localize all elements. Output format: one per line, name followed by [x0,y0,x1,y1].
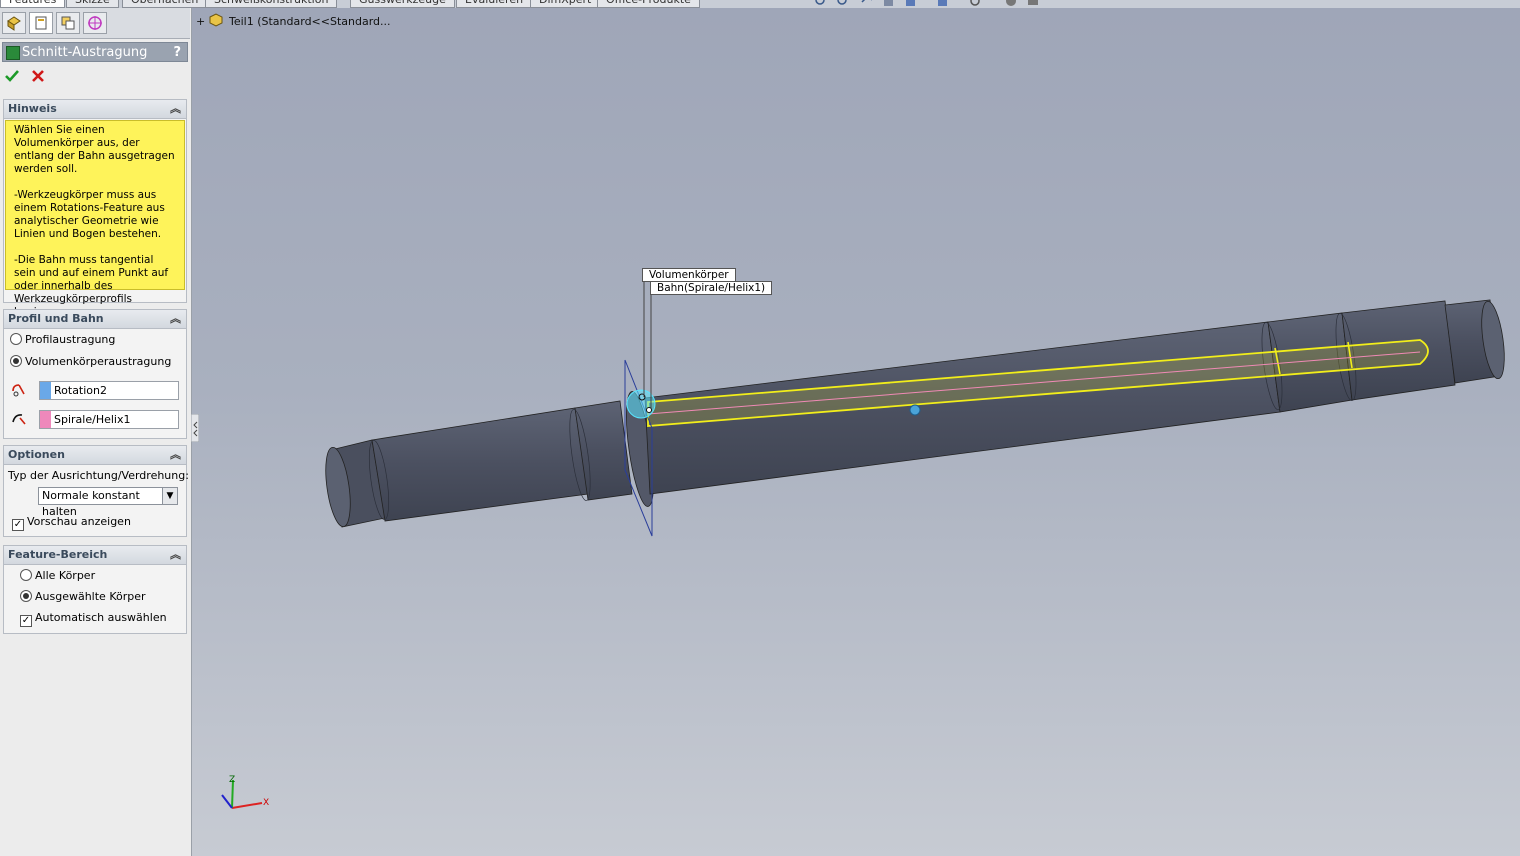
tab-mold-tools[interactable]: Gusswerkzeuge [350,0,455,8]
tool-body-selection-icon [12,384,25,397]
cut-sweep-icon [6,46,20,60]
profile-path-header[interactable]: Profil und Bahn ︽ [4,310,186,329]
solid-sweep-radio[interactable] [10,355,22,367]
preview-label: Vorschau anzeigen [27,515,131,528]
tab-office-products[interactable]: Office-Produkte [597,0,700,8]
feature-scope-header[interactable]: Feature-Bereich ︽ [4,546,186,565]
profile-sweep-label: Profilaustragung [25,333,116,346]
feature-scope-header-text: Feature-Bereich [8,548,108,561]
hint-header[interactable]: Hinweis ︽ [4,100,186,119]
callout-path: Bahn(Spirale/Helix1) [650,281,773,295]
tree-part-label[interactable]: Teil1 (Standard<<Standard... [229,15,391,28]
view-orientation-icon[interactable] [904,0,918,8]
all-bodies-radio[interactable] [20,569,32,581]
auto-select-label: Automatisch auswählen [35,611,167,624]
cancel-button[interactable] [30,68,46,84]
all-bodies-option[interactable]: Alle Körper [20,569,95,583]
apply-scene-icon[interactable] [1026,0,1040,8]
selected-bodies-option[interactable]: Ausgewählte Körper [20,590,146,604]
tab-dimxpert[interactable]: DimXpert [530,0,601,8]
dimxpert-manager-tab[interactable] [83,12,107,34]
hint-header-text: Hinweis [8,102,57,115]
tree-expand-toggle[interactable]: + [196,15,205,28]
display-style-icon[interactable] [936,0,950,8]
edit-appearance-icon[interactable] [1004,0,1018,8]
callout-tool-body: Volumenkörper [642,268,736,282]
hint-paragraph: -Werkzeugkörper muss aus einem Rotations… [14,189,165,240]
section-view-icon[interactable] [882,0,896,8]
solid-sweep-option[interactable]: Volumenkörperaustragung [10,355,171,369]
model-view[interactable] [192,8,1520,856]
propertymanager-tab[interactable] [29,12,53,34]
options-group: Optionen ︽ Typ der Ausrichtung/Verdrehung… [3,445,189,537]
zoom-fit-icon[interactable] [814,0,828,8]
panel-collapse-handle[interactable] [191,414,199,442]
orientation-value: Normale konstant halten [42,489,140,518]
tool-body-value: Rotation2 [54,384,108,397]
hint-message: Wählen Sie einen Volumenkörper aus, der … [5,120,185,318]
auto-select-checkbox[interactable]: ✓ [20,615,32,627]
path-selection-box[interactable]: Spirale/Helix1 [39,410,179,429]
property-manager-title: Schnitt-Austragung ? [2,42,188,62]
orientation-dropdown[interactable]: Normale konstant halten ▼ [38,487,178,518]
tab-sketch[interactable]: Skizze [66,0,119,8]
tool-body-selection-box[interactable]: Rotation2 [39,381,179,400]
options-header[interactable]: Optionen ︽ [4,446,186,465]
previous-view-icon[interactable] [860,0,874,8]
collapse-icon[interactable]: ︽ [170,546,181,564]
configurationmanager-tab[interactable] [56,12,80,34]
preview-checkbox[interactable]: ✓ [12,519,24,531]
triad-z-label: Z [229,775,236,785]
command-manager-tabs: Features Skizze Oberflächen Schweißkonst… [0,0,700,8]
collapse-icon[interactable]: ︽ [170,310,181,328]
solid-sweep-label: Volumenkörperaustragung [25,355,172,368]
selected-bodies-radio[interactable] [20,590,32,602]
chevron-down-icon[interactable]: ▼ [162,488,177,504]
triad-x-label: X [263,798,270,808]
auto-select-option[interactable]: ✓ Automatisch auswählen [20,611,167,627]
options-header-text: Optionen [8,448,65,461]
part-icon [209,13,223,27]
zoom-area-icon[interactable] [836,0,850,8]
path-value: Spirale/Helix1 [54,413,131,426]
orientation-label: Typ der Ausrichtung/Verdrehung: [8,469,189,482]
tab-surfaces[interactable]: Oberflächen [122,0,208,8]
tab-weldments[interactable]: Schweißkonstruktion [205,0,338,8]
profile-sweep-option[interactable]: Profilaustragung [10,333,115,347]
coordinate-triad [221,779,263,809]
profile-path-header-text: Profil und Bahn [8,312,104,325]
propertymanager-icon [35,16,47,30]
tab-evaluate[interactable]: Evaluieren [456,0,533,8]
panel-tabs [0,8,190,39]
tab-features[interactable]: Features [0,0,66,8]
profile-sweep-radio[interactable] [10,333,22,345]
dimxpert-manager-icon [88,16,102,30]
tool-body-color-swatch [40,382,51,399]
path-point [646,407,652,413]
preview-option[interactable]: ✓ Vorschau anzeigen [12,515,131,531]
feature-scope-group: Feature-Bereich ︽ Alle Körper Ausgewählte… [3,545,187,634]
path-selection-icon [12,414,26,425]
shaft-segment-2 [371,407,589,522]
graphics-area[interactable]: Volumenkörper Bahn(Spirale/Helix1) X Z [192,8,1520,856]
configurationmanager-icon [61,16,75,30]
profile-path-group: Profil und Bahn ︽ Profilaustragung Volume… [3,309,187,439]
rotation-center-marker [909,404,921,416]
hide-show-icon[interactable] [968,0,982,8]
all-bodies-label: Alle Körper [35,569,96,582]
help-button[interactable]: ? [173,43,181,63]
selected-bodies-label: Ausgewählte Körper [35,590,146,603]
featuremanager-icon [7,16,21,31]
ok-button[interactable] [4,68,20,84]
hint-group: Hinweis ︽ Wählen Sie einen Volumenkörper … [3,99,187,318]
property-manager-title-text: Schnitt-Austragung [22,45,148,60]
collapse-icon[interactable]: ︽ [170,446,181,464]
path-color-swatch [40,411,51,428]
featuremanager-tab[interactable] [2,12,26,34]
collapse-icon[interactable]: ︽ [170,100,181,118]
hint-paragraph: Wählen Sie einen Volumenkörper aus, der … [14,124,175,175]
